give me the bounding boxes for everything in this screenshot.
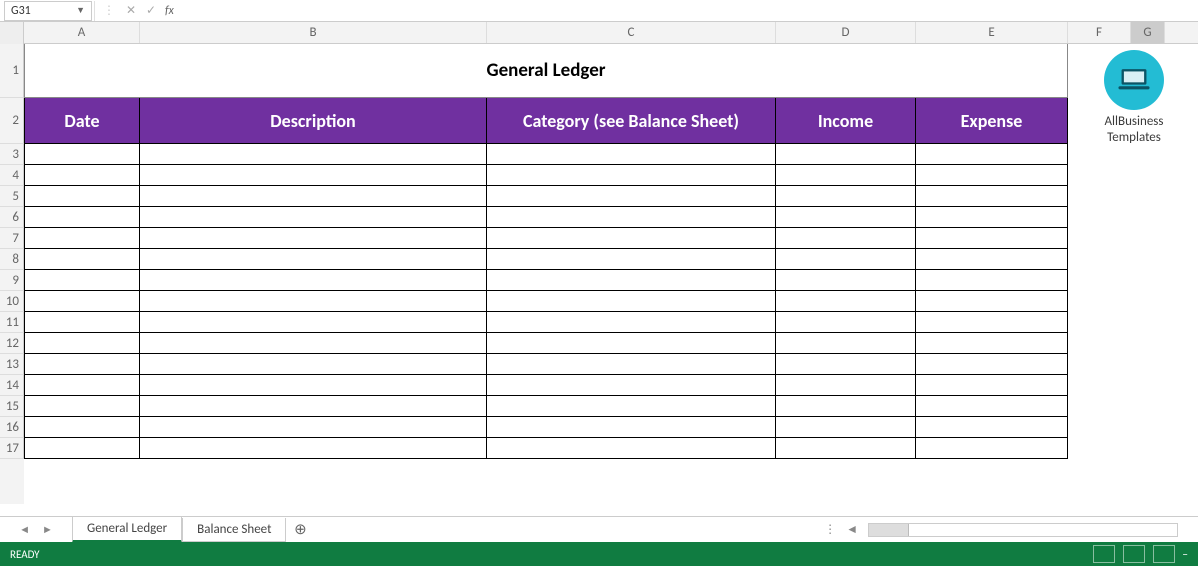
brand-line2: Templates [1074,130,1194,146]
table-row[interactable] [24,375,1068,396]
sheet-tab-strip: ◄ ► General Ledger Balance Sheet ⊕ ⋮ ◄ [0,516,1198,542]
status-right-controls: − [1093,545,1188,563]
status-bar: READY − [0,542,1198,566]
tab-options-icon[interactable]: ⋮ [824,522,836,537]
horizontal-scrollbar[interactable] [868,523,1178,537]
table-row[interactable] [24,417,1068,438]
row-header[interactable]: 4 [0,165,24,186]
row-header[interactable]: 7 [0,228,24,249]
row-header[interactable]: 2 [0,98,24,144]
row-header[interactable]: 1 [0,44,24,98]
col-header-c[interactable]: C [487,22,776,43]
table-row[interactable] [24,333,1068,354]
table-row[interactable] [24,396,1068,417]
row-header[interactable]: 14 [0,375,24,396]
table-row[interactable] [24,228,1068,249]
brand-logo-area: AllBusiness Templates [1074,50,1194,145]
fx-icon[interactable]: fx [161,4,178,18]
name-box[interactable]: G31 ▼ [4,1,92,21]
tab-nav-arrows[interactable]: ◄ ► [0,523,72,536]
sheet-tab-balance-sheet[interactable]: Balance Sheet [182,518,286,542]
col-header-b[interactable]: B [140,22,487,43]
table-header-row: Date Description Category (see Balance S… [24,98,1068,144]
table-row[interactable] [24,270,1068,291]
table-row[interactable] [24,165,1068,186]
table-row[interactable] [24,312,1068,333]
sheet-grid[interactable]: General Ledger Date Description Category… [24,44,1068,504]
select-all-corner[interactable] [0,22,24,44]
horizontal-scroll-area: ⋮ ◄ [314,522,1198,537]
sheet-title[interactable]: General Ledger [24,44,1068,98]
laptop-icon [1104,50,1164,110]
view-normal-icon[interactable] [1093,545,1115,563]
cancel-input-icon: ✕ [121,1,141,21]
row-header[interactable]: 5 [0,186,24,207]
new-sheet-icon[interactable]: ⊕ [286,518,314,542]
row-header[interactable]: 8 [0,249,24,270]
col-header-a[interactable]: A [24,22,140,43]
row-header[interactable]: 16 [0,417,24,438]
col-header-e[interactable]: E [916,22,1068,43]
header-income[interactable]: Income [776,98,916,144]
row-header[interactable]: 17 [0,438,24,459]
header-expense[interactable]: Expense [916,98,1068,144]
row-header[interactable]: 12 [0,333,24,354]
row-header[interactable]: 13 [0,354,24,375]
brand-line1: AllBusiness [1074,114,1194,130]
table-row[interactable] [24,207,1068,228]
enter-input-icon: ✓ [141,1,161,21]
zoom-out-icon[interactable]: − [1183,548,1188,561]
row-header[interactable]: 10 [0,291,24,312]
row-header[interactable]: 6 [0,207,24,228]
col-header-f[interactable]: F [1068,22,1131,43]
formula-bar: G31 ▼ ⋮ ✕ ✓ fx [0,0,1198,22]
name-box-value: G31 [11,4,31,18]
row-header[interactable]: 11 [0,312,24,333]
header-date[interactable]: Date [24,98,140,144]
grid-area: 1 2 3 4 5 6 7 8 9 10 11 12 13 14 15 16 1… [0,44,1198,504]
header-description[interactable]: Description [140,98,487,144]
table-row[interactable] [24,144,1068,165]
row-header[interactable]: 15 [0,396,24,417]
col-header-g[interactable]: G [1131,22,1165,43]
table-row[interactable] [24,186,1068,207]
tab-prev-icon[interactable]: ◄ [19,523,30,536]
divider [94,1,95,21]
formula-input[interactable] [178,1,1198,21]
table-row[interactable] [24,354,1068,375]
status-ready: READY [10,548,40,561]
table-row[interactable] [24,291,1068,312]
row-header[interactable]: 3 [0,144,24,165]
table-row[interactable] [24,249,1068,270]
view-page-layout-icon[interactable] [1123,545,1145,563]
view-page-break-icon[interactable] [1153,545,1175,563]
scroll-left-icon[interactable]: ◄ [846,522,858,537]
table-row[interactable] [24,438,1068,459]
header-category[interactable]: Category (see Balance Sheet) [487,98,776,144]
sheet-tab-general-ledger[interactable]: General Ledger [72,517,182,543]
formula-more-icon: ⋮ [97,3,121,18]
row-headers: 1 2 3 4 5 6 7 8 9 10 11 12 13 14 15 16 1… [0,44,24,504]
name-box-dropdown-icon[interactable]: ▼ [76,5,85,16]
tab-next-icon[interactable]: ► [42,523,53,536]
column-headers: A B C D E F G [0,22,1198,44]
row-header[interactable]: 9 [0,270,24,291]
col-header-d[interactable]: D [776,22,916,43]
